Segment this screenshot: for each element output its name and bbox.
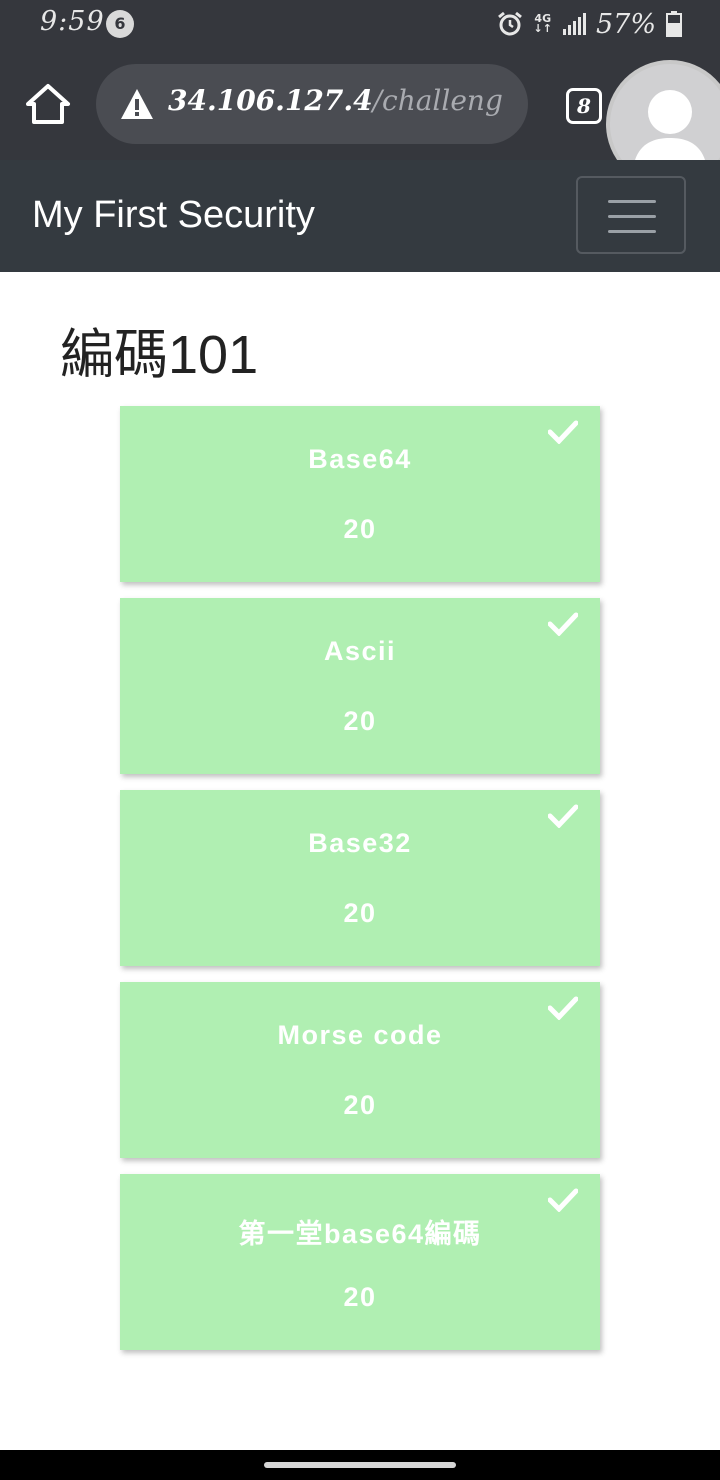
url-text[interactable]: 34.106.127.4/challeng: [168, 84, 503, 117]
challenge-name: Base32: [308, 828, 412, 858]
check-icon: [548, 804, 578, 828]
url-host: 34.106.127.4: [168, 84, 373, 117]
page-title: 編碼101: [60, 325, 259, 385]
challenge-name: Base64: [308, 444, 412, 474]
hamburger-icon: [608, 230, 656, 233]
status-time: 9:59: [40, 6, 105, 37]
challenge-card[interactable]: Base32 20: [120, 790, 600, 966]
tab-count: 8: [577, 94, 591, 118]
menu-toggle-button[interactable]: [576, 176, 686, 254]
status-bar: 9:59 6 4G ↓↑ 57%: [0, 0, 720, 48]
home-icon[interactable]: [24, 82, 72, 126]
hamburger-icon: [608, 200, 656, 203]
check-icon: [548, 420, 578, 444]
challenge-list: Base64 20 Ascii 20 Base32 20 Morse code …: [120, 406, 600, 1366]
challenge-name: 第一堂base64編碼: [238, 1219, 482, 1249]
site-brand[interactable]: My First Security: [32, 194, 315, 237]
address-bar[interactable]: 34.106.127.4/challeng: [96, 64, 528, 144]
challenge-card[interactable]: 第一堂base64編碼 20: [120, 1174, 600, 1350]
status-icons: 4G ↓↑ 57%: [496, 8, 682, 40]
home-gesture-handle[interactable]: [264, 1462, 456, 1468]
battery-icon: [666, 11, 682, 37]
challenge-name: Ascii: [323, 636, 397, 666]
challenge-points: 20: [343, 514, 377, 544]
tabs-button[interactable]: 8: [566, 88, 602, 124]
challenge-points: 20: [343, 706, 377, 736]
site-navbar: My First Security: [0, 160, 720, 272]
browser-toolbar: 34.106.127.4/challeng 8: [0, 48, 720, 184]
challenge-card[interactable]: Base64 20: [120, 406, 600, 582]
challenge-points: 20: [343, 1090, 377, 1120]
challenge-card[interactable]: Morse code 20: [120, 982, 600, 1158]
network-icon: 4G ↓↑: [533, 12, 552, 35]
battery-percent: 57%: [595, 8, 656, 40]
system-nav-bar: [0, 1450, 720, 1480]
check-icon: [548, 1188, 578, 1212]
alarm-icon: [497, 11, 522, 36]
hamburger-icon: [608, 215, 656, 218]
challenge-points: 20: [343, 1282, 377, 1312]
notification-badge: 6: [106, 10, 134, 38]
challenge-card[interactable]: Ascii 20: [120, 598, 600, 774]
warning-icon[interactable]: [120, 88, 154, 120]
challenge-name: Morse code: [277, 1020, 443, 1050]
url-path: /challeng: [372, 84, 503, 117]
challenge-points: 20: [343, 898, 377, 928]
signal-icon: [562, 13, 586, 35]
check-icon: [548, 996, 578, 1020]
check-icon: [548, 612, 578, 636]
